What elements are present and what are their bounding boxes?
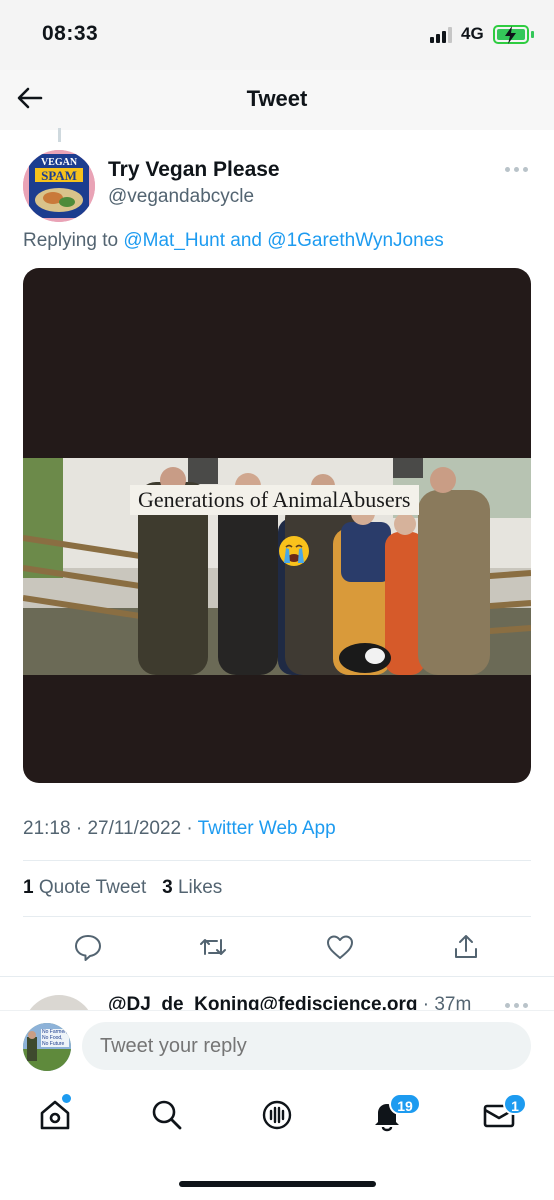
replying-prefix: Replying to	[23, 230, 119, 251]
mention-link[interactable]: @1GarethWynJones	[267, 230, 443, 251]
messages-badge: 1	[503, 1093, 527, 1115]
top-navigation: Tweet	[0, 70, 554, 130]
replying-to: Replying to @Mat_Hunt and @1GarethWynJon…	[23, 230, 444, 252]
crying-face-emoji-icon	[279, 536, 309, 566]
home-unread-dot	[62, 1094, 71, 1103]
page-title: Tweet	[246, 86, 308, 111]
tweet-stats: 1 Quote Tweet 3 Likes	[23, 877, 222, 899]
share-icon[interactable]	[451, 932, 481, 962]
quote-tweets-stat[interactable]: 1 Quote Tweet	[23, 877, 146, 898]
quote-label: Quote Tweet	[38, 877, 147, 898]
author-name[interactable]: Try Vegan Please	[108, 158, 280, 182]
mention-link[interactable]: @Mat_Hunt	[123, 230, 225, 251]
tweet-time: 21:18	[23, 818, 71, 839]
likes-label: Likes	[177, 877, 223, 898]
author-handle[interactable]: @vegandabcycle	[108, 186, 254, 208]
network-type: 4G	[461, 24, 484, 43]
divider	[23, 860, 531, 861]
quote-count: 1	[23, 877, 34, 898]
family-photo: Generations of AnimalAbusers	[23, 458, 531, 675]
home-indicator	[179, 1181, 376, 1187]
status-time: 08:33	[42, 22, 99, 45]
spaces-icon[interactable]	[260, 1098, 294, 1132]
reply-more-options-icon[interactable]	[505, 1002, 529, 1010]
my-avatar[interactable]: No Farmer, No Food, No Future	[23, 1023, 71, 1071]
thread-connector	[58, 128, 61, 142]
signal-icon	[430, 27, 454, 43]
notifications-badge: 19	[389, 1093, 421, 1115]
tweet-timestamp: 21:18 · 27/11/2022 · Twitter Web App	[23, 818, 336, 840]
divider	[23, 916, 531, 917]
avatar-text-top: VEGAN	[40, 157, 78, 168]
more-options-icon[interactable]	[505, 166, 529, 174]
like-count: 3	[162, 877, 173, 898]
reply-icon[interactable]	[73, 932, 103, 962]
divider	[0, 976, 554, 977]
likes-stat[interactable]: 3 Likes	[162, 877, 222, 898]
my-avatar-text: No Farmer, No Food, No Future	[42, 1029, 68, 1047]
battery-cap	[531, 31, 534, 38]
charging-bolt-icon	[505, 26, 516, 44]
search-icon[interactable]	[150, 1098, 184, 1132]
meta-separator: ·	[75, 818, 83, 839]
meta-separator: ·	[186, 818, 193, 839]
retweet-icon[interactable]	[198, 932, 228, 962]
home-icon[interactable]	[38, 1098, 72, 1132]
mention-joiner[interactable]: and	[230, 230, 262, 251]
media-caption: Generations of AnimalAbusers	[130, 485, 419, 515]
status-bar: 08:33 4G	[0, 0, 554, 70]
source-app-link[interactable]: Twitter Web App	[198, 818, 336, 839]
avatar-text-main: SPAM	[41, 168, 77, 183]
author-avatar[interactable]: VEGAN SPAM	[23, 150, 95, 222]
tweet-date: 27/11/2022	[87, 818, 182, 839]
heart-icon[interactable]	[325, 932, 355, 962]
reply-input[interactable]	[82, 1022, 531, 1070]
tweet-media[interactable]: Generations of AnimalAbusers	[23, 268, 531, 783]
